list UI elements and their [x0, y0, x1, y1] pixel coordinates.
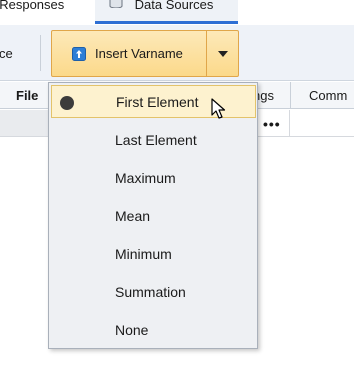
toolbar: ce Insert Varname: [0, 25, 354, 81]
cursor-icon: [211, 98, 226, 119]
menu-item-label: Minimum: [115, 245, 172, 262]
insert-varname-split-button: Insert Varname: [51, 30, 239, 77]
menu-item-label: Mean: [115, 207, 151, 224]
menu-item-label: First Element: [116, 93, 199, 110]
toolbar-separator: [40, 35, 41, 71]
insert-varname-dropdown-button[interactable]: [206, 31, 238, 76]
insert-varname-label: Insert Varname: [95, 46, 183, 61]
tab-responses-label: t Responses: [0, 0, 65, 12]
menu-item-label: Maximum: [115, 169, 176, 186]
aggregation-dropdown-menu: First Element Last Element Maximum Mean …: [48, 82, 258, 349]
database-icon: [109, 0, 123, 8]
tab-strip: t Responses Data Sources: [0, 0, 354, 25]
menu-item-label: Last Element: [115, 131, 197, 148]
radio-dot-icon: [60, 96, 74, 110]
menu-item-mean[interactable]: Mean: [51, 199, 256, 232]
chevron-down-icon: [217, 50, 228, 57]
upload-icon: [72, 46, 86, 61]
menu-item-label: None: [115, 321, 149, 338]
insert-varname-button[interactable]: Insert Varname: [52, 31, 206, 76]
menu-item-summation[interactable]: Summation: [51, 275, 256, 308]
menu-item-none[interactable]: None: [51, 313, 256, 346]
tab-responses[interactable]: t Responses: [0, 0, 92, 20]
column-header-file[interactable]: File: [16, 88, 38, 103]
menu-item-label: Summation: [115, 283, 186, 300]
menu-item-maximum[interactable]: Maximum: [51, 161, 256, 194]
settings-ellipsis-button[interactable]: •••: [263, 117, 281, 131]
menu-item-last-element[interactable]: Last Element: [51, 123, 256, 156]
row-header-cell[interactable]: [0, 110, 48, 137]
toolbar-truncated-button-label[interactable]: ce: [0, 46, 13, 61]
tab-data-sources-label: Data Sources: [134, 0, 214, 12]
menu-item-minimum[interactable]: Minimum: [51, 237, 256, 270]
column-separator: [290, 82, 291, 109]
comments-cell[interactable]: [290, 110, 354, 137]
tab-data-sources[interactable]: Data Sources: [95, 0, 238, 24]
column-header-comments[interactable]: Comm: [309, 88, 347, 103]
